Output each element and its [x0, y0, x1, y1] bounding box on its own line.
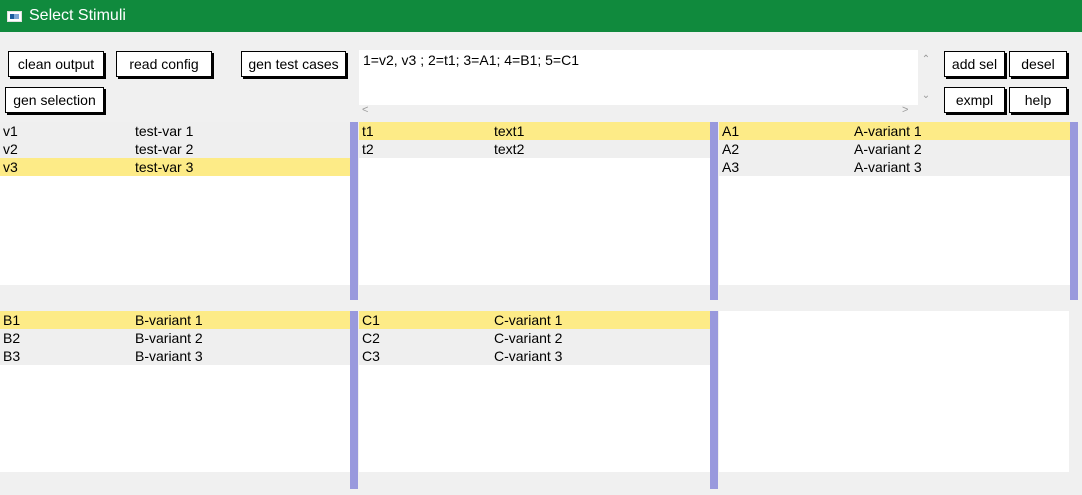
list-item-value: A-variant 3 [854, 159, 922, 175]
list-item[interactable]: t2 text2 [359, 140, 710, 158]
list-panel-c[interactable]: C1 C-variant 1 C2 C-variant 2 C3 C-variant 3 [359, 311, 710, 472]
list-item[interactable]: t1 text1 [359, 122, 710, 140]
list-item-value: A-variant 1 [854, 123, 922, 139]
list-item[interactable]: C3 C-variant 3 [359, 347, 710, 365]
list-item-key: A1 [722, 123, 740, 139]
gen-test-cases-button[interactable]: gen test cases [241, 51, 346, 77]
list-item-value: B-variant 2 [135, 330, 203, 346]
list-item[interactable]: A2 A-variant 2 [719, 140, 1070, 158]
exmpl-button[interactable]: exmpl [944, 87, 1005, 113]
list-item-value: test-var 1 [135, 123, 194, 139]
list-item-value: test-var 2 [135, 141, 194, 157]
list-item-key: C3 [362, 348, 380, 364]
panel-divider[interactable] [710, 311, 718, 489]
desel-button[interactable]: desel [1009, 51, 1067, 77]
list-item-value: C-variant 1 [494, 312, 563, 328]
panel-divider[interactable] [1070, 122, 1078, 300]
command-input[interactable]: 1=v2, v3 ; 2=t1; 3=A1; 4=B1; 5=C1 [359, 50, 918, 105]
gen-selection-button[interactable]: gen selection [5, 87, 104, 113]
list-item-value: B-variant 1 [135, 312, 203, 328]
command-text: 1=v2, v3 ; 2=t1; 3=A1; 4=B1; 5=C1 [363, 52, 579, 68]
list-item[interactable]: B1 B-variant 1 [0, 311, 350, 329]
list-panel-b[interactable]: B1 B-variant 1 B2 B-variant 2 B3 B-variant 3 [0, 311, 350, 472]
list-item-key: t2 [362, 141, 374, 157]
window-title: Select Stimuli [29, 7, 126, 24]
list-item-value: A-variant 2 [854, 141, 922, 157]
list-item-key: v2 [3, 141, 18, 157]
list-item-value: C-variant 2 [494, 330, 563, 346]
list-item[interactable]: B2 B-variant 2 [0, 329, 350, 347]
list-item-key: t1 [362, 123, 374, 139]
list-item-value: text1 [494, 123, 525, 139]
list-item-key: B1 [3, 312, 21, 328]
empty-panel [719, 311, 1069, 472]
list-item-value: B-variant 3 [135, 348, 203, 364]
list-item-key: B2 [3, 330, 21, 346]
add-sel-button[interactable]: add sel [944, 51, 1005, 77]
scroll-up-arrow-icon[interactable]: ⌃ [919, 54, 933, 66]
list-item-key: A2 [722, 141, 740, 157]
title-bar: Select Stimuli [0, 0, 1082, 32]
panel-divider[interactable] [350, 311, 358, 489]
list-item[interactable]: A3 A-variant 3 [719, 158, 1070, 176]
list-item-value: C-variant 3 [494, 348, 563, 364]
scroll-right-arrow-icon[interactable]: > [902, 104, 914, 118]
list-item-key: C2 [362, 330, 380, 346]
panel-divider[interactable] [350, 122, 358, 300]
scroll-down-arrow-icon[interactable]: ⌄ [919, 90, 933, 102]
help-button[interactable]: help [1009, 87, 1067, 113]
list-item[interactable]: v2 test-var 2 [0, 140, 350, 158]
clean-output-button[interactable]: clean output [8, 51, 104, 77]
scroll-left-arrow-icon[interactable]: < [362, 104, 374, 118]
list-panel-t[interactable]: t1 text1 t2 text2 [359, 122, 710, 285]
list-item[interactable]: B3 B-variant 3 [0, 347, 350, 365]
read-config-button[interactable]: read config [116, 51, 212, 77]
list-item[interactable]: A1 A-variant 1 [719, 122, 1070, 140]
list-item-key: B3 [3, 348, 21, 364]
app-window-icon [7, 10, 22, 22]
list-item-key: v3 [3, 159, 18, 175]
panel-divider[interactable] [710, 122, 718, 300]
list-item-value: text2 [494, 141, 525, 157]
list-item-key: A3 [722, 159, 740, 175]
list-item-key: C1 [362, 312, 380, 328]
list-item[interactable]: C1 C-variant 1 [359, 311, 710, 329]
list-panel-a[interactable]: A1 A-variant 1 A2 A-variant 2 A3 A-variant 3 [719, 122, 1070, 285]
list-item[interactable]: v1 test-var 1 [0, 122, 350, 140]
list-panel-v[interactable]: v1 test-var 1 v2 test-var 2 v3 test-var 3 [0, 122, 350, 285]
list-item[interactable]: v3 test-var 3 [0, 158, 350, 176]
list-item-value: test-var 3 [135, 159, 194, 175]
list-item[interactable]: C2 C-variant 2 [359, 329, 710, 347]
list-item-key: v1 [3, 123, 18, 139]
